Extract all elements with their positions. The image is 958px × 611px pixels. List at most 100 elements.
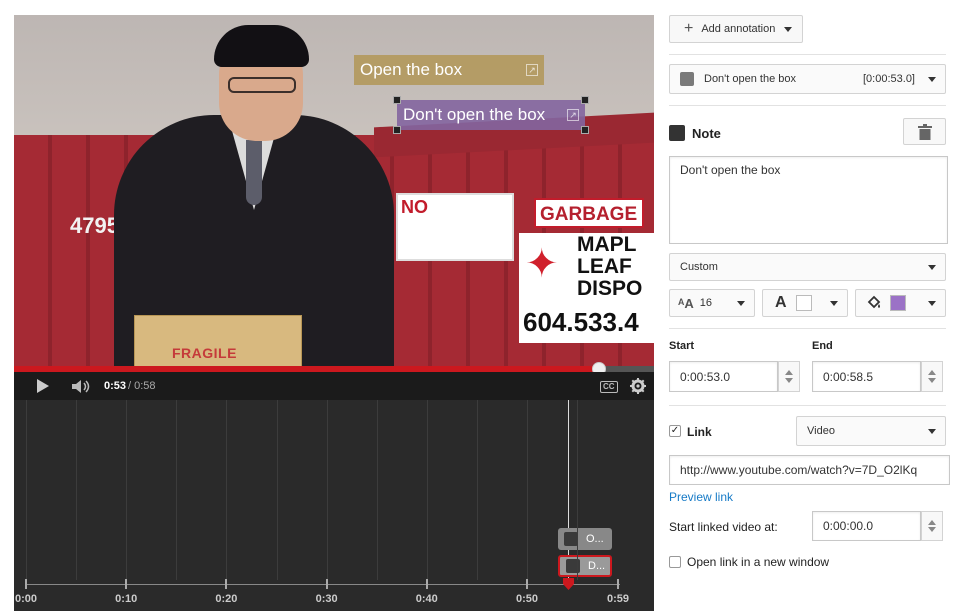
timeline-tick-label: 0:30 bbox=[315, 593, 338, 605]
annotation-text: Open the box bbox=[360, 60, 463, 79]
scene-text-phone: 604.533.4 bbox=[523, 307, 639, 337]
start-time-stepper[interactable] bbox=[778, 361, 800, 392]
link-label: Link bbox=[687, 425, 712, 439]
resize-handle-bottom-right[interactable] bbox=[581, 126, 589, 134]
play-icon[interactable] bbox=[36, 379, 50, 393]
note-icon bbox=[564, 532, 578, 546]
start-linked-video-input[interactable]: 0:00:00.0 bbox=[812, 511, 921, 541]
stepper-down-icon[interactable] bbox=[785, 378, 793, 383]
timeline-gridline bbox=[527, 400, 528, 580]
annotation-dont-open-the-box[interactable]: Don't open the box ↗ bbox=[393, 96, 589, 134]
volume-icon[interactable] bbox=[72, 380, 92, 393]
maple-leaf-icon: ✦ bbox=[525, 242, 559, 286]
resize-handle-bottom-left[interactable] bbox=[393, 126, 401, 134]
scene-sign-maple: ✦ MAPL LEAF DISPO 604.533.4 bbox=[519, 233, 654, 343]
note-icon bbox=[680, 72, 694, 86]
divider bbox=[669, 105, 946, 106]
scene-sign-garbage: GARBAGE bbox=[534, 198, 644, 228]
start-linked-video-stepper[interactable] bbox=[921, 511, 943, 541]
timeline-tick bbox=[125, 579, 128, 589]
link-url-input[interactable]: http://www.youtube.com/watch?v=7D_O2lKq bbox=[669, 455, 950, 485]
divider bbox=[669, 54, 946, 55]
annotation-text-area[interactable]: Don't open the box bbox=[669, 156, 948, 244]
timeline-gridline bbox=[376, 400, 378, 580]
link-url-value: http://www.youtube.com/watch?v=7D_O2lKq bbox=[680, 463, 918, 477]
annotation-timeline[interactable]: O... D... 0:00 0:10 0:20 0:30 0:40 0:50 0:59 bbox=[14, 400, 654, 611]
timeline-gridline bbox=[577, 400, 579, 580]
timeline-item-label: O... bbox=[586, 533, 604, 545]
timeline-axis bbox=[26, 584, 620, 585]
resize-handle-top-right[interactable] bbox=[581, 96, 589, 104]
scene-text-leaf: LEAF bbox=[577, 255, 632, 278]
link-type-value: Video bbox=[807, 425, 835, 437]
timeline-gridline bbox=[126, 400, 128, 580]
stepper-down-icon[interactable] bbox=[928, 378, 936, 383]
annotation-selector-time: [0:00:53.0] bbox=[863, 73, 915, 85]
timeline-tick bbox=[526, 579, 528, 589]
text-color-icon: A bbox=[775, 294, 787, 311]
timeline-tick bbox=[617, 579, 619, 589]
timeline-tick-label: 0:59 bbox=[606, 593, 630, 605]
text-color-swatch bbox=[796, 295, 812, 311]
divider bbox=[669, 328, 946, 329]
time-duration: / 0:58 bbox=[128, 380, 156, 392]
link-type-select[interactable]: Video bbox=[796, 416, 946, 446]
captions-icon[interactable]: CC bbox=[600, 381, 618, 393]
delete-annotation-button[interactable] bbox=[903, 118, 946, 145]
timeline-tick-label: 0:10 bbox=[115, 593, 138, 605]
stepper-up-icon[interactable] bbox=[928, 520, 936, 525]
stepper-up-icon[interactable] bbox=[928, 370, 936, 375]
chevron-down-icon bbox=[928, 301, 936, 306]
stepper-down-icon[interactable] bbox=[928, 527, 936, 532]
playhead-marker[interactable] bbox=[563, 578, 574, 590]
plus-icon: + bbox=[684, 20, 694, 37]
link-checkbox[interactable]: ✓ bbox=[669, 425, 681, 437]
timeline-tick bbox=[325, 579, 328, 589]
start-linked-video-value: 0:00:00.0 bbox=[823, 519, 874, 533]
paint-bucket-icon bbox=[867, 295, 881, 309]
end-time-input[interactable]: 0:00:58.5 bbox=[812, 361, 921, 392]
timeline-tick-label: 0:40 bbox=[415, 593, 438, 605]
annotation-text: Don't open the box bbox=[403, 105, 546, 124]
chevron-down-icon bbox=[784, 27, 792, 32]
timeline-gridline bbox=[476, 400, 478, 580]
resize-handle-top-left[interactable] bbox=[393, 96, 401, 104]
font-size-value: 16 bbox=[699, 297, 712, 309]
open-new-window-checkbox[interactable] bbox=[669, 556, 681, 568]
end-time-value: 0:00:58.5 bbox=[823, 369, 874, 384]
divider bbox=[669, 405, 946, 406]
start-time-input[interactable]: 0:00:53.0 bbox=[669, 361, 778, 392]
scene-text-garbage: GARBAGE bbox=[540, 204, 638, 225]
scene-person-glasses bbox=[228, 77, 296, 93]
scene-text-fragile: FRAGILE bbox=[172, 345, 237, 361]
stepper-up-icon[interactable] bbox=[785, 370, 793, 375]
background-color-select[interactable] bbox=[855, 289, 946, 317]
video-frame[interactable]: NO GARBAGE ✦ MAPL LEAF DISPO 604.533.4 4… bbox=[14, 15, 654, 370]
add-annotation-button[interactable]: + Add annotation bbox=[669, 15, 803, 43]
timeline-item-dont-open-the-box[interactable]: D... bbox=[558, 555, 612, 577]
gear-icon[interactable] bbox=[630, 378, 646, 394]
scene-text-maple: MAPL bbox=[577, 233, 637, 256]
timeline-gridline bbox=[226, 400, 228, 580]
style-select[interactable]: Custom bbox=[669, 253, 946, 281]
annotation-text-value: Don't open the box bbox=[680, 163, 781, 177]
timeline-item-label: D... bbox=[588, 560, 606, 572]
player-controls: 0:53 / 0:58 CC bbox=[14, 372, 654, 400]
annotation-open-the-box[interactable]: Open the box ↗ bbox=[354, 55, 544, 85]
text-color-select[interactable]: A bbox=[762, 289, 848, 317]
end-time-stepper[interactable] bbox=[921, 361, 943, 392]
trash-icon bbox=[917, 123, 932, 140]
scene-person-hair bbox=[214, 25, 309, 67]
annotation-selector[interactable]: Don't open the box [0:00:53.0] bbox=[669, 64, 946, 94]
timeline-tick bbox=[25, 579, 27, 589]
font-size-icon: ᴬA bbox=[678, 295, 694, 311]
scene-text-no: NO bbox=[401, 197, 428, 217]
timeline-item-open-the-box[interactable]: O... bbox=[558, 528, 612, 550]
style-select-value: Custom bbox=[680, 261, 718, 273]
font-size-select[interactable]: ᴬA 16 bbox=[669, 289, 755, 317]
timeline-tick bbox=[225, 579, 228, 589]
preview-link[interactable]: Preview link bbox=[669, 490, 733, 504]
chevron-down-icon bbox=[928, 429, 936, 434]
end-label: End bbox=[812, 340, 833, 352]
background-color-swatch bbox=[890, 295, 906, 311]
